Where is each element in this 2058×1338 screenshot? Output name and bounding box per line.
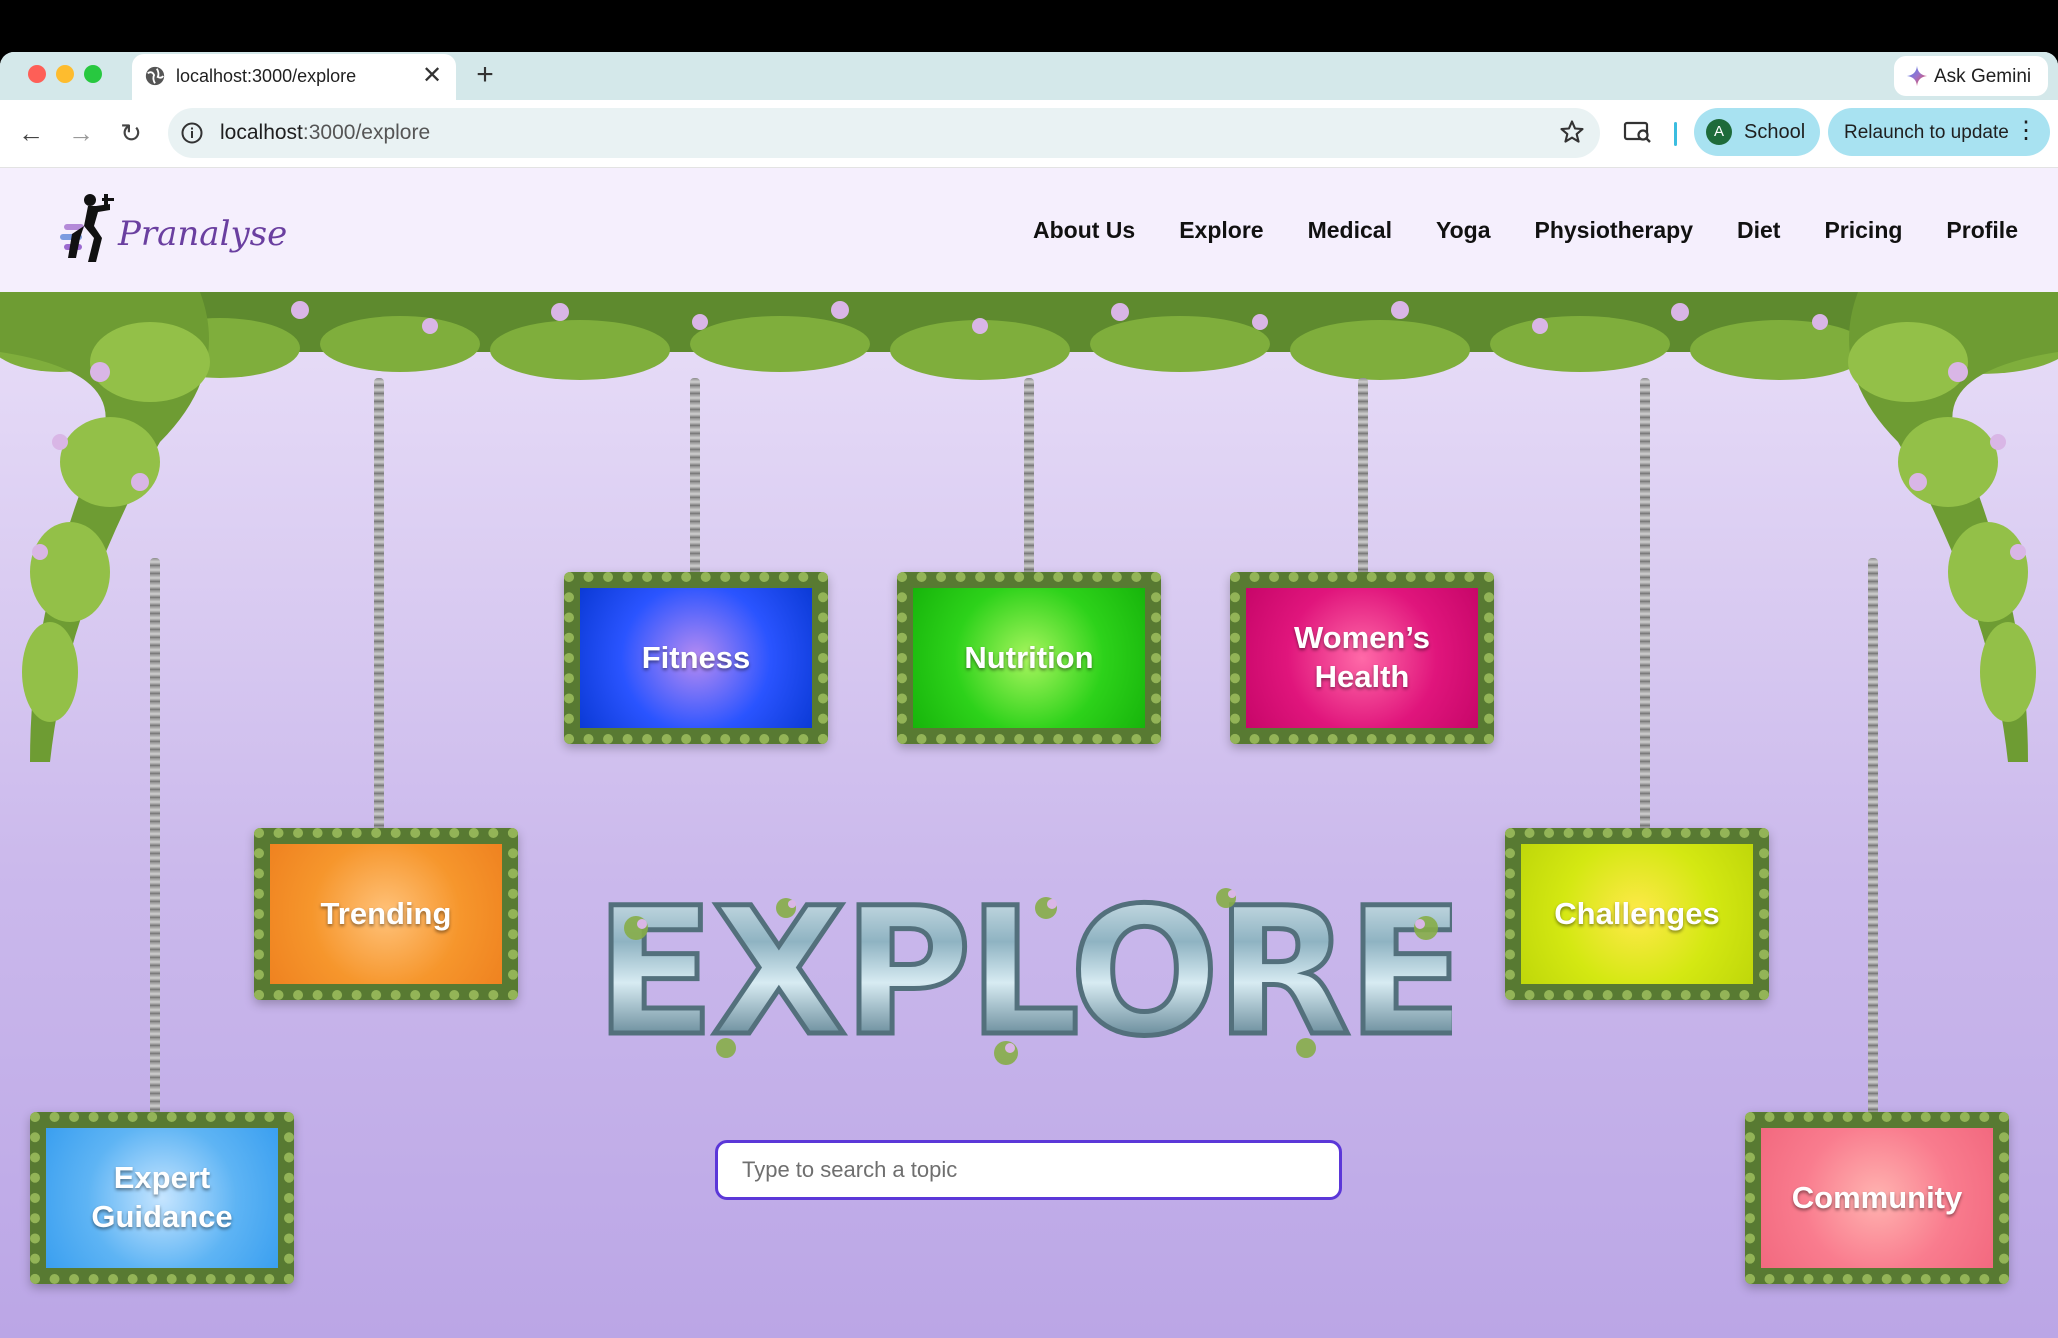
url-path: :3000/explore <box>302 121 431 144</box>
community-label: Community <box>1761 1128 1993 1268</box>
flower-vine-top <box>0 292 2058 380</box>
flower-vine-left <box>0 292 210 762</box>
expert-guidance-label: Expert Guidance <box>46 1128 278 1268</box>
nav-about-us[interactable]: About Us <box>1033 217 1135 244</box>
challenges-label: Challenges <box>1521 844 1753 984</box>
chain-community <box>1868 558 1878 1116</box>
nav-diet[interactable]: Diet <box>1737 217 1780 244</box>
nutrition-sign[interactable]: Nutrition <box>897 572 1161 744</box>
chain-fitness <box>690 378 700 576</box>
nav-explore[interactable]: Explore <box>1179 217 1263 244</box>
browser-window: localhost:3000/explore ✕ + Ask Gemini ← … <box>0 52 2058 1338</box>
ask-gemini-label: Ask Gemini <box>1934 66 2032 87</box>
close-window-button[interactable] <box>28 65 46 83</box>
challenges-sign[interactable]: Challenges <box>1505 828 1769 1000</box>
womens-health-sign[interactable]: Women’s Health <box>1230 572 1494 744</box>
site-header: Pranalyse About Us Explore Medical Yoga … <box>0 168 2058 292</box>
expert-guidance-line-1: Expert <box>113 1160 211 1196</box>
relaunch-label: Relaunch to update <box>1844 122 2009 143</box>
more-menu-icon[interactable]: ⋮ <box>2014 118 2038 144</box>
nav-medical[interactable]: Medical <box>1308 217 1392 244</box>
chain-womens-health <box>1358 378 1368 576</box>
nav-yoga[interactable]: Yoga <box>1436 217 1491 244</box>
tab-explore[interactable]: localhost:3000/explore ✕ <box>132 54 456 100</box>
community-sign[interactable]: Community <box>1745 1112 2009 1284</box>
chain-nutrition <box>1024 378 1034 576</box>
topic-search-input[interactable] <box>715 1140 1342 1200</box>
forward-button[interactable]: → <box>64 116 98 150</box>
trending-label: Trending <box>270 844 502 984</box>
nutrition-label: Nutrition <box>913 588 1145 728</box>
site-logo[interactable]: Pranalyse <box>58 188 287 272</box>
url-text: localhost:3000/explore <box>220 121 430 145</box>
site-info-icon[interactable] <box>180 121 204 145</box>
screen: localhost:3000/explore ✕ + Ask Gemini ← … <box>0 0 2058 1338</box>
url-host: localhost <box>220 121 303 144</box>
womens-health-label: Women’s Health <box>1246 588 1478 728</box>
globe-icon <box>145 66 165 86</box>
womens-health-line-1: Women’s <box>1293 620 1431 656</box>
reload-button[interactable]: ↻ <box>114 116 148 150</box>
maximize-window-button[interactable] <box>84 65 102 83</box>
chain-expert-guidance <box>150 558 160 1116</box>
avatar: A <box>1706 119 1732 145</box>
main-nav: About Us Explore Medical Yoga Physiother… <box>989 168 2018 292</box>
nav-physiotherapy[interactable]: Physiotherapy <box>1535 217 1694 244</box>
expert-guidance-line-2: Guidance <box>91 1199 233 1234</box>
explore-page: Pranalyse About Us Explore Medical Yoga … <box>0 168 2058 1338</box>
close-tab-icon[interactable]: ✕ <box>420 62 444 90</box>
back-button[interactable]: ← <box>14 116 48 150</box>
nav-pricing[interactable]: Pricing <box>1824 217 1902 244</box>
trending-sign[interactable]: Trending <box>254 828 518 1000</box>
logo-wordmark: Pranalyse <box>118 214 288 254</box>
tab-title: localhost:3000/explore <box>176 66 357 86</box>
flower-vine-right <box>1848 292 2058 762</box>
chain-challenges <box>1640 378 1650 832</box>
tab-strip: localhost:3000/explore ✕ + Ask Gemini <box>0 52 2058 100</box>
fitness-sign[interactable]: Fitness <box>564 572 828 744</box>
ask-gemini-button[interactable]: Ask Gemini <box>1894 56 2048 96</box>
profile-label: School <box>1744 121 1806 143</box>
runner-logo-icon <box>60 194 114 262</box>
explore-title: EXPLORE <box>606 868 1452 1078</box>
bookmark-star-icon[interactable] <box>1558 118 1586 146</box>
new-tab-button[interactable]: + <box>470 58 500 92</box>
screen-search-icon[interactable] <box>1622 116 1654 148</box>
browser-toolbar: ← → ↻ localhost:3000/explore A School Re… <box>0 100 2058 168</box>
toolbar-separator <box>1674 122 1677 146</box>
womens-health-line-2: Health <box>1314 659 1410 694</box>
minimize-window-button[interactable] <box>56 65 74 83</box>
address-bar[interactable]: localhost:3000/explore <box>168 108 1600 158</box>
relaunch-button[interactable]: Relaunch to update ⋮ <box>1828 108 2050 156</box>
chain-trending <box>374 378 384 832</box>
expert-guidance-sign[interactable]: Expert Guidance <box>30 1112 294 1284</box>
gemini-sparkle-icon <box>1906 65 1928 87</box>
menu-bar-background <box>0 0 2058 52</box>
profile-button[interactable]: A School <box>1694 108 1820 156</box>
fitness-label: Fitness <box>580 588 812 728</box>
nav-profile[interactable]: Profile <box>1946 217 2018 244</box>
